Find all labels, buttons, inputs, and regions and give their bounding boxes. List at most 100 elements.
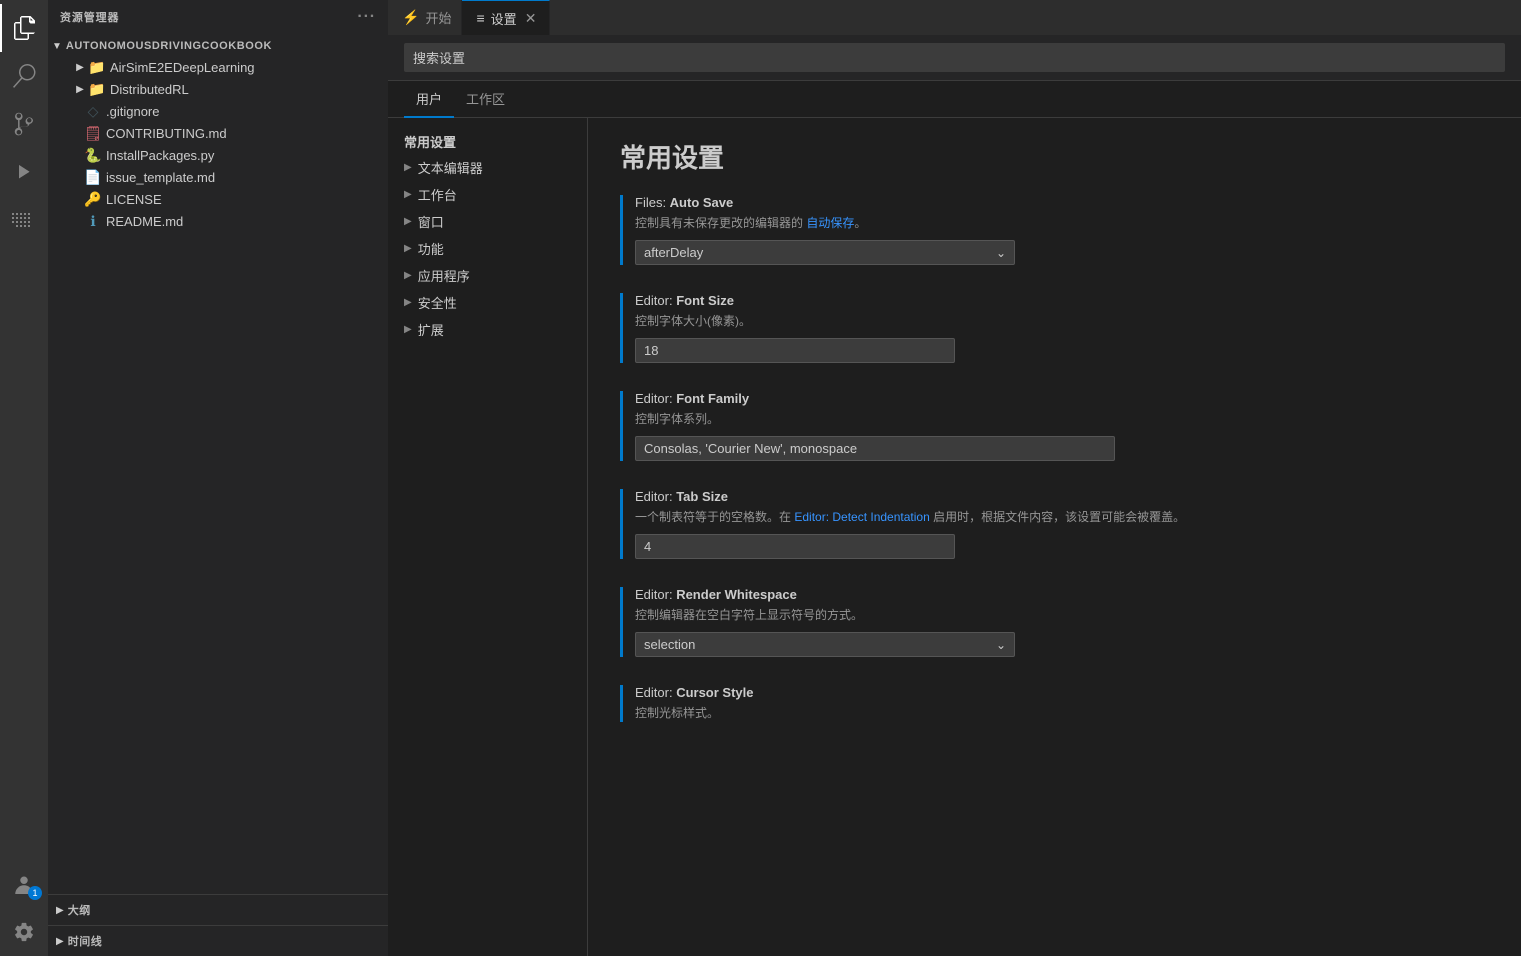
search-icon bbox=[12, 64, 36, 88]
tree-file-readme[interactable]: ℹ README.md bbox=[48, 210, 388, 232]
settings-activity-item[interactable] bbox=[0, 908, 48, 956]
nav-text-editor[interactable]: ▶ 文本编辑器 bbox=[388, 154, 587, 181]
font-size-input[interactable] bbox=[635, 338, 955, 363]
render-whitespace-dropdown-chevron: ⌄ bbox=[996, 638, 1006, 652]
setting-auto-save-desc: 控制具有未保存更改的编辑器的 自动保存。 bbox=[635, 214, 1489, 232]
common-settings-header: 常用设置 bbox=[388, 126, 587, 154]
main-area: ⚡ 开始 ≡ 设置 ✕ 搜索设置 用户 工作区 常用设置 bbox=[388, 0, 1521, 956]
nav-window[interactable]: ▶ 窗口 bbox=[388, 208, 587, 235]
tab-workspace[interactable]: 工作区 bbox=[454, 81, 517, 118]
setting-render-whitespace-desc: 控制编辑器在空白字符上显示符号的方式。 bbox=[635, 606, 1489, 624]
file-name-installpackages: InstallPackages.py bbox=[106, 148, 214, 163]
sidebar-title: 资源管理器 bbox=[60, 9, 119, 25]
accounts-activity-item[interactable]: 1 bbox=[0, 860, 48, 908]
settings-nav: 常用设置 ▶ 文本编辑器 ▶ 工作台 ▶ 窗口 ▶ 功能 bbox=[388, 118, 588, 956]
detect-indentation-link[interactable]: Editor: Detect Indentation bbox=[794, 510, 929, 524]
timeline-panel: ▶ 时间线 bbox=[48, 925, 388, 956]
search-settings-input[interactable]: 搜索设置 bbox=[404, 43, 1505, 72]
auto-save-dropdown-chevron: ⌄ bbox=[996, 246, 1006, 260]
nav-extensions[interactable]: ▶ 扩展 bbox=[388, 316, 587, 343]
tree-folder-airsim[interactable]: ▶ 📁 AirSimE2EDeepLearning bbox=[48, 56, 388, 78]
setting-font-family-title: Editor: Font Family bbox=[635, 391, 1489, 406]
issue-icon: 📄 bbox=[84, 169, 102, 186]
tab-settings-label: 设置 bbox=[491, 9, 517, 28]
tree-file-license[interactable]: 🔑 LICENSE bbox=[48, 188, 388, 210]
license-icon: 🔑 bbox=[84, 191, 102, 208]
setting-font-size-desc: 控制字体大小(像素)。 bbox=[635, 312, 1489, 330]
scm-activity-item[interactable] bbox=[0, 100, 48, 148]
gitignore-icon: ◇ bbox=[84, 103, 102, 120]
explorer-activity-item[interactable] bbox=[0, 4, 48, 52]
tab-user[interactable]: 用户 bbox=[404, 81, 454, 118]
setting-font-size: Editor: Font Size 控制字体大小(像素)。 bbox=[620, 293, 1489, 363]
setting-render-whitespace: Editor: Render Whitespace 控制编辑器在空白字符上显示符… bbox=[620, 587, 1489, 657]
search-activity-item[interactable] bbox=[0, 52, 48, 100]
tree-file-installpackages[interactable]: 🐍 InstallPackages.py bbox=[48, 144, 388, 166]
tab-start-label: 开始 bbox=[425, 8, 451, 27]
tab-settings[interactable]: ≡ 设置 ✕ bbox=[462, 0, 549, 35]
setting-auto-save-title: Files: Auto Save bbox=[635, 195, 1489, 210]
explorer-icon bbox=[13, 16, 37, 40]
contributing-icon: 🗒 bbox=[84, 125, 102, 142]
nav-security-chevron: ▶ bbox=[404, 297, 412, 308]
tree-file-contributing[interactable]: 🗒 CONTRIBUTING.md bbox=[48, 122, 388, 144]
start-tab-icon: ⚡ bbox=[402, 9, 419, 26]
run-activity-item[interactable] bbox=[0, 148, 48, 196]
setting-cursor-style-desc: 控制光标样式。 bbox=[635, 704, 1489, 722]
gear-icon bbox=[13, 921, 35, 943]
tab-bar: ⚡ 开始 ≡ 设置 ✕ bbox=[388, 0, 1521, 35]
setting-render-whitespace-title: Editor: Render Whitespace bbox=[635, 587, 1489, 602]
timeline-panel-header[interactable]: ▶ 时间线 bbox=[48, 930, 388, 952]
folder-icon: 📁 bbox=[88, 81, 106, 98]
font-family-input[interactable] bbox=[635, 436, 1115, 461]
setting-font-family-desc: 控制字体系列。 bbox=[635, 410, 1489, 428]
nav-text-editor-chevron: ▶ bbox=[404, 162, 412, 173]
run-icon bbox=[12, 160, 36, 184]
tab-start[interactable]: ⚡ 开始 bbox=[388, 0, 462, 35]
file-name-contributing: CONTRIBUTING.md bbox=[106, 126, 227, 141]
nav-features-label: 功能 bbox=[418, 239, 444, 258]
settings-scope-tabs: 用户 工作区 bbox=[388, 81, 1521, 118]
setting-tab-size-title: Editor: Tab Size bbox=[635, 489, 1489, 504]
nav-workbench-label: 工作台 bbox=[418, 185, 457, 204]
setting-cursor-style-title: Editor: Cursor Style bbox=[635, 685, 1489, 700]
settings-body: 常用设置 ▶ 文本编辑器 ▶ 工作台 ▶ 窗口 ▶ 功能 bbox=[388, 118, 1521, 956]
auto-save-dropdown[interactable]: afterDelay ⌄ bbox=[635, 240, 1015, 265]
tab-settings-close[interactable]: ✕ bbox=[523, 10, 539, 26]
tree-file-issue[interactable]: 📄 issue_template.md bbox=[48, 166, 388, 188]
sidebar-actions[interactable]: ··· bbox=[357, 8, 376, 26]
setting-auto-save: Files: Auto Save 控制具有未保存更改的编辑器的 自动保存。 af… bbox=[620, 195, 1489, 265]
tab-size-input[interactable] bbox=[635, 534, 955, 559]
render-whitespace-value: selection bbox=[644, 637, 695, 652]
auto-save-value: afterDelay bbox=[644, 245, 703, 260]
extensions-activity-item[interactable] bbox=[0, 196, 48, 244]
file-name-issue: issue_template.md bbox=[106, 170, 215, 185]
setting-cursor-style: Editor: Cursor Style 控制光标样式。 bbox=[620, 685, 1489, 722]
nav-application[interactable]: ▶ 应用程序 bbox=[388, 262, 587, 289]
source-control-icon bbox=[12, 112, 36, 136]
nav-features[interactable]: ▶ 功能 bbox=[388, 235, 587, 262]
file-name-license: LICENSE bbox=[106, 192, 162, 207]
tree-file-gitignore[interactable]: ◇ .gitignore bbox=[48, 100, 388, 122]
sidebar-header: 资源管理器 ··· bbox=[48, 0, 388, 34]
nav-extensions-chevron: ▶ bbox=[404, 324, 412, 335]
folder-chevron: ▶ bbox=[72, 62, 88, 73]
tab-user-label: 用户 bbox=[416, 92, 442, 107]
root-folder-item[interactable]: ▼ AUTONOMOUSDRIVINGCOOKBOOK bbox=[48, 36, 388, 56]
timeline-label: 时间线 bbox=[68, 933, 103, 949]
folder-name-distributedrl: DistributedRL bbox=[110, 82, 189, 97]
outline-panel: ▶ 大纲 bbox=[48, 894, 388, 925]
folder-icon: 📁 bbox=[88, 59, 106, 76]
settings-section-title: 常用设置 bbox=[620, 138, 1489, 175]
auto-save-link[interactable]: 自动保存 bbox=[806, 216, 854, 230]
timeline-chevron: ▶ bbox=[56, 936, 64, 947]
extensions-icon bbox=[12, 208, 36, 232]
nav-security[interactable]: ▶ 安全性 bbox=[388, 289, 587, 316]
outline-panel-header[interactable]: ▶ 大纲 bbox=[48, 899, 388, 921]
nav-workbench[interactable]: ▶ 工作台 bbox=[388, 181, 587, 208]
render-whitespace-dropdown[interactable]: selection ⌄ bbox=[635, 632, 1015, 657]
settings-tab-icon: ≡ bbox=[476, 10, 484, 26]
tree-folder-distributedrl[interactable]: ▶ 📁 DistributedRL bbox=[48, 78, 388, 100]
nav-security-label: 安全性 bbox=[418, 293, 457, 312]
python-icon: 🐍 bbox=[84, 147, 102, 164]
